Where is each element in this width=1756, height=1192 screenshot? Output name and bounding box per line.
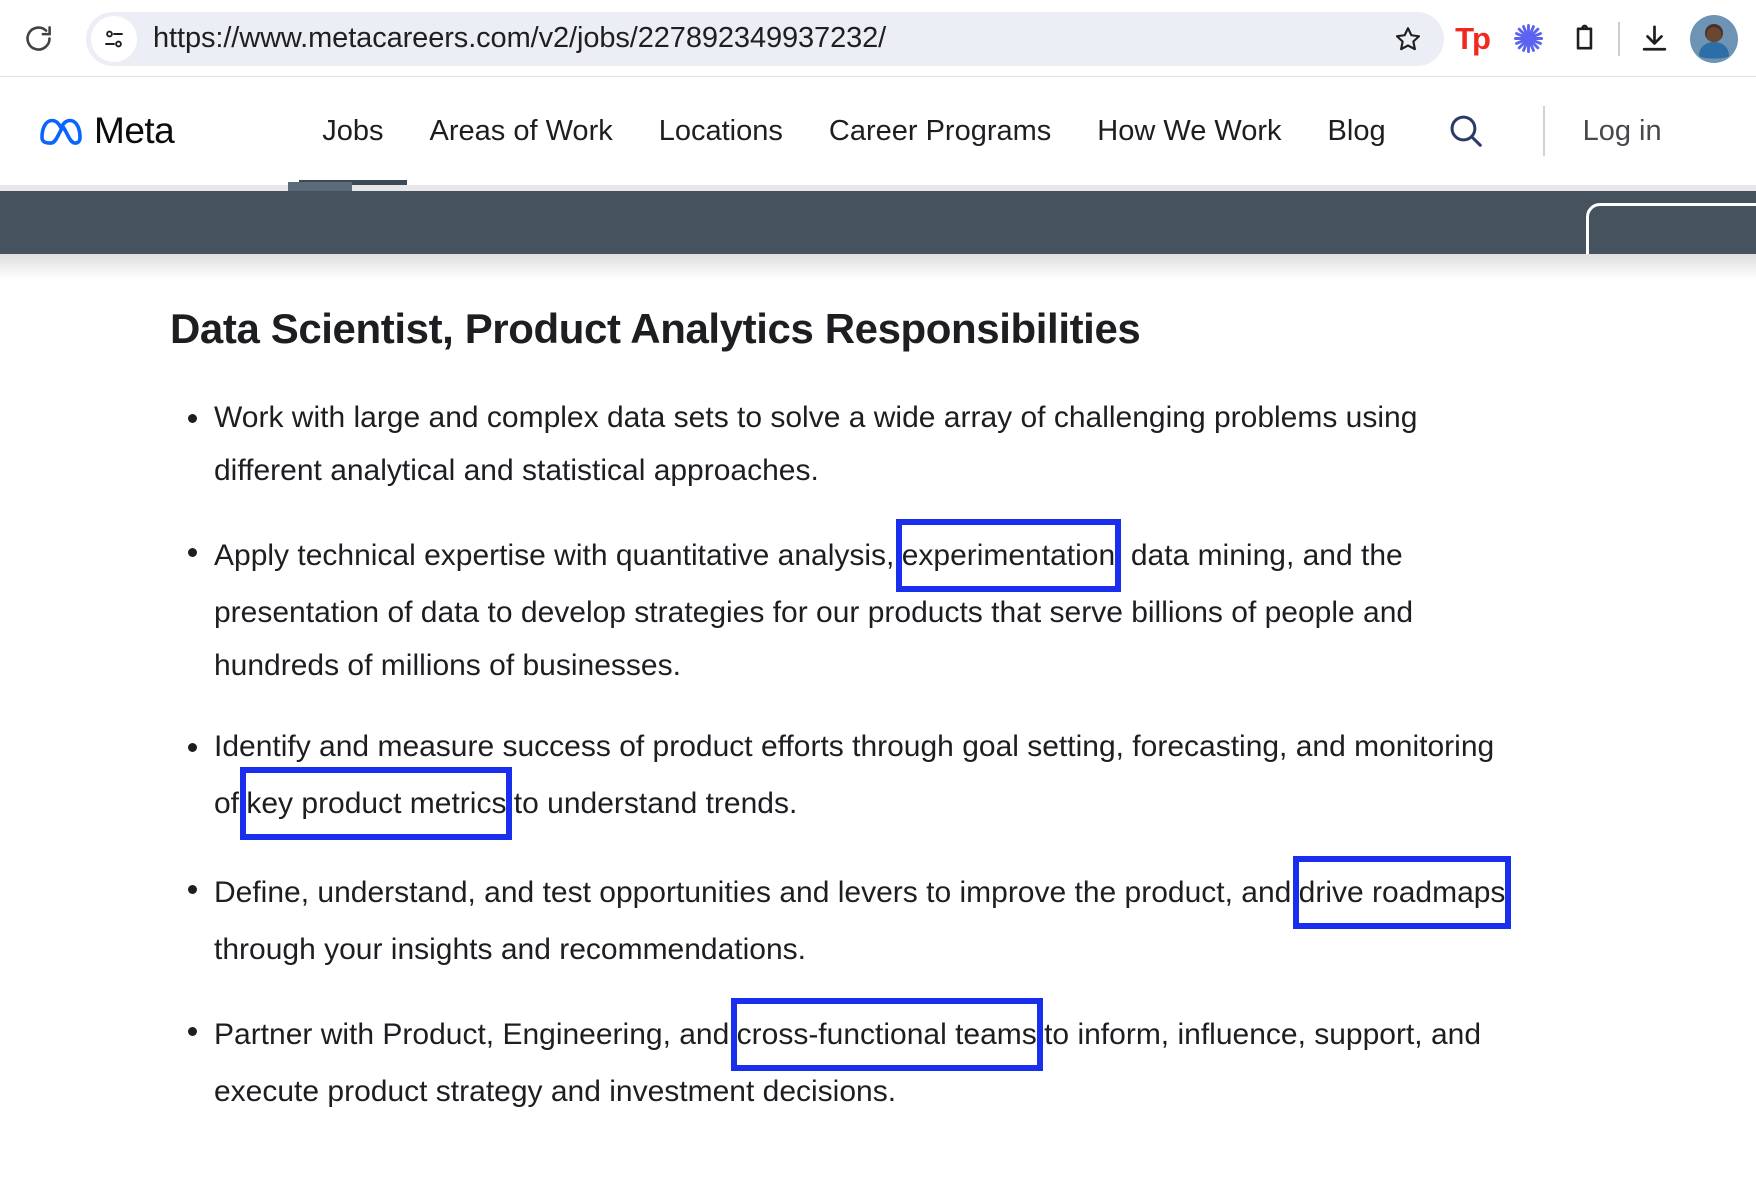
bullet-text: Define, understand, and test opportuniti… — [214, 856, 1512, 966]
extensions-puzzle-icon[interactable] — [1556, 11, 1612, 67]
bullet-text: Partner with Product, Engineering, and c… — [214, 998, 1481, 1108]
nav-divider — [1542, 106, 1545, 156]
meta-infinity-icon — [40, 118, 82, 145]
nav-item-jobs-label: Jobs — [322, 114, 384, 147]
nav-item-how-we-work[interactable]: How We Work — [1074, 77, 1304, 185]
browser-toolbar: https://www.metacareers.com/v2/jobs/2278… — [0, 0, 1756, 77]
job-responsibilities-section: Data Scientist, Product Analytics Respon… — [0, 280, 1756, 1118]
asterisk-extension-icon[interactable] — [1500, 11, 1556, 67]
banner-shadow — [0, 254, 1756, 280]
list-item: Identify and measure success of product … — [180, 720, 1520, 840]
login-link[interactable]: Log in — [1583, 115, 1662, 148]
url-text[interactable]: https://www.metacareers.com/v2/jobs/2278… — [153, 22, 1386, 55]
page-info-icon[interactable] — [91, 15, 137, 62]
job-banner-wrapper — [0, 182, 1756, 280]
bullet-text: Work with large and complex data sets to… — [214, 401, 1418, 487]
list-item: Define, understand, and test opportuniti… — [180, 856, 1520, 976]
nav-item-areas-of-work-label: Areas of Work — [429, 114, 613, 147]
nav-item-jobs[interactable]: Jobs — [299, 77, 407, 185]
bookmark-star-icon[interactable] — [1386, 17, 1430, 61]
nav-item-blog-label: Blog — [1327, 114, 1386, 147]
annotation-highlight-box: cross-functional teams — [730, 998, 1043, 1071]
nav-item-career-programs-label: Career Programs — [828, 114, 1052, 147]
nav-item-career-programs[interactable]: Career Programs — [806, 77, 1074, 185]
profile-avatar[interactable] — [1690, 14, 1738, 63]
reload-button[interactable] — [10, 11, 66, 67]
tp-extension-label: Tp — [1455, 20, 1491, 56]
download-icon[interactable] — [1626, 11, 1682, 67]
meta-logo[interactable]: Meta — [38, 110, 175, 152]
nav-item-locations[interactable]: Locations — [636, 77, 806, 185]
search-icon[interactable] — [1437, 102, 1495, 160]
responsibilities-list: Work with large and complex data sets to… — [180, 391, 1520, 1118]
job-banner — [0, 191, 1756, 254]
nav-item-locations-label: Locations — [658, 114, 783, 147]
list-item: Work with large and complex data sets to… — [180, 391, 1520, 497]
address-bar[interactable]: https://www.metacareers.com/v2/jobs/2278… — [86, 11, 1444, 66]
bullet-text: Apply technical expertise with quantitat… — [214, 519, 1413, 682]
annotation-highlight-box: drive roadmaps — [1292, 856, 1512, 929]
annotation-highlight-box: experimentation — [895, 519, 1122, 592]
extension-icons: Tp — [1444, 11, 1738, 67]
banner-action-button[interactable] — [1586, 203, 1756, 254]
nav-right-group: Log in — [1437, 102, 1662, 160]
nav-item-areas-of-work[interactable]: Areas of Work — [407, 77, 636, 185]
nav-item-blog[interactable]: Blog — [1305, 77, 1409, 185]
annotation-highlight-box: key product metrics — [240, 767, 513, 840]
toolbar-divider — [1618, 21, 1620, 56]
list-item: Partner with Product, Engineering, and c… — [180, 998, 1520, 1118]
bullet-text: Identify and measure success of product … — [214, 730, 1494, 840]
meta-logo-text: Meta — [94, 110, 175, 151]
site-navigation: Meta Jobs Areas of Work Locations Career… — [0, 77, 1756, 185]
nav-item-how-we-work-label: How We Work — [1097, 114, 1282, 147]
list-item: Apply technical expertise with quantitat… — [180, 519, 1520, 692]
nav-links: Jobs Areas of Work Locations Career Prog… — [299, 77, 1408, 185]
page-title: Data Scientist, Product Analytics Respon… — [170, 305, 1141, 352]
tp-extension-icon[interactable]: Tp — [1444, 11, 1500, 67]
